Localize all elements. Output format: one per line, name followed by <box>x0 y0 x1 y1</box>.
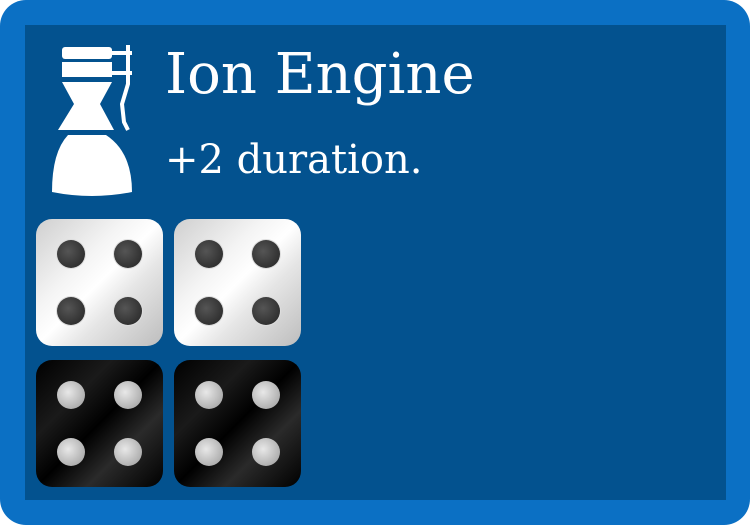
pip <box>252 438 280 466</box>
pip <box>57 240 85 268</box>
pip <box>195 438 223 466</box>
black-die-four <box>174 360 301 487</box>
card: Ion Engine +2 duration. <box>0 0 750 525</box>
black-die-four <box>36 360 163 487</box>
pip <box>252 240 280 268</box>
pip <box>114 297 142 325</box>
pip <box>57 438 85 466</box>
pip <box>195 381 223 409</box>
pip <box>114 381 142 409</box>
white-die-four <box>36 219 163 346</box>
pip <box>195 297 223 325</box>
pip <box>57 297 85 325</box>
pip <box>114 438 142 466</box>
card-title: Ion Engine <box>165 42 475 107</box>
card-description: +2 duration. <box>165 137 423 183</box>
pip <box>252 381 280 409</box>
pip <box>195 240 223 268</box>
pip <box>114 240 142 268</box>
white-die-four <box>174 219 301 346</box>
pip <box>252 297 280 325</box>
rocket-engine-icon <box>52 45 132 196</box>
pip <box>57 381 85 409</box>
